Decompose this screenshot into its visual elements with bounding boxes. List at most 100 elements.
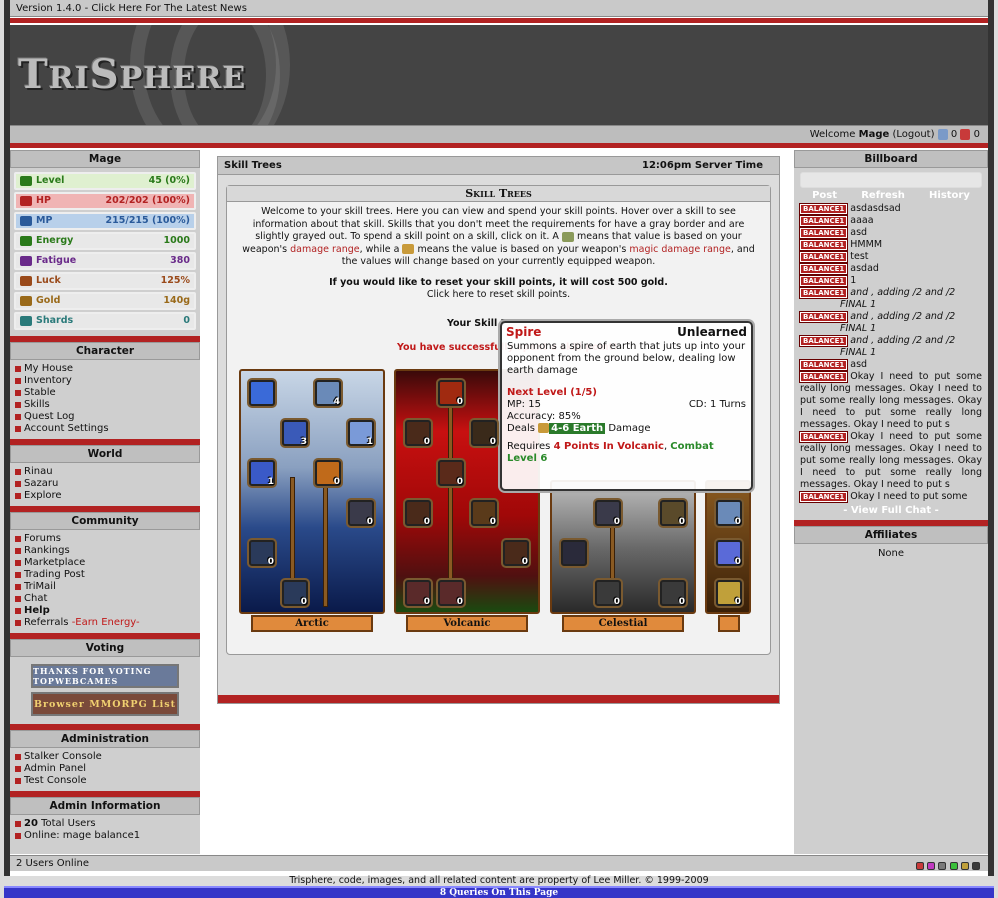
skill-node[interactable]: 0 [438, 380, 464, 407]
tab-fourth[interactable] [718, 615, 740, 632]
color-swatches[interactable] [916, 859, 980, 874]
skill-node[interactable]: 0 [405, 420, 431, 447]
skill-node[interactable]: 0 [471, 420, 497, 447]
user-tag[interactable]: BALANCE1 [798, 370, 849, 383]
skill-node[interactable]: 3 [282, 420, 308, 447]
skill-node[interactable]: 0 [249, 540, 275, 567]
user-tag[interactable]: BALANCE1 [798, 358, 849, 371]
chat-message: BALANCE1 aaaa [798, 214, 982, 227]
chat-input[interactable] [800, 172, 982, 188]
affiliates-list: None [877, 548, 905, 559]
link-referrals[interactable]: Referrals -Earn Energy- [14, 617, 196, 629]
tab-volcanic[interactable]: Volcanic [406, 615, 528, 632]
vote-banner-topwebgames[interactable]: THANKS FOR VOTING TOPWEBCAMES [31, 664, 179, 688]
skill-node[interactable] [561, 540, 587, 566]
skill-node[interactable]: 0 [660, 580, 686, 607]
link-explore[interactable]: Explore [14, 490, 196, 502]
user-tag[interactable]: BALANCE1 [798, 202, 849, 215]
user-tag[interactable]: BALANCE1 [798, 334, 849, 347]
user-tag[interactable]: BALANCE1 [798, 430, 849, 443]
chat-message: BALANCE1 Okay I need to put some really l… [798, 430, 982, 490]
post-button[interactable]: Post [812, 190, 837, 201]
link-skills[interactable]: Skills [14, 399, 196, 411]
tooltip-req-volcanic: 4 Points In Volcanic [553, 441, 664, 452]
gem-icon [937, 128, 948, 140]
chat-message: BALANCE1 and , adding /2 and /2 [798, 334, 982, 347]
link-my-house[interactable]: My House [14, 363, 196, 375]
link-marketplace[interactable]: Marketplace [14, 557, 196, 569]
skill-node[interactable]: 0 [348, 500, 374, 527]
link-admin-panel[interactable]: Admin Panel [14, 763, 196, 775]
skill-node[interactable]: 0 [282, 580, 308, 607]
panel-title: Skill Trees [227, 186, 770, 202]
skill-node[interactable]: 0 [405, 500, 431, 527]
refresh-button[interactable]: Refresh [861, 190, 905, 201]
skill-node[interactable]: 1 [348, 420, 374, 447]
skill-node[interactable]: 0 [438, 460, 464, 487]
version-bar[interactable]: Version 1.4.0 - Click Here For The Lates… [10, 0, 988, 17]
link-chat[interactable]: Chat [14, 593, 196, 605]
divider [10, 143, 988, 148]
link-stable[interactable]: Stable [14, 387, 196, 399]
skill-node[interactable]: 0 [660, 500, 686, 527]
skill-node[interactable]: 0 [716, 580, 742, 607]
link-forums[interactable]: Forums [14, 533, 196, 545]
user-tag[interactable]: BALANCE1 [798, 274, 849, 287]
skill-node[interactable] [249, 380, 275, 406]
tooltip-mp: MP: 15 [507, 399, 541, 410]
skill-node[interactable]: 0 [438, 580, 464, 607]
link-account-settings[interactable]: Account Settings [14, 423, 196, 435]
link-trading-post[interactable]: Trading Post [14, 569, 196, 581]
skill-node[interactable]: 4 [315, 380, 341, 407]
skill-node[interactable]: 0 [595, 500, 621, 527]
skill-node[interactable]: 0 [595, 580, 621, 607]
skill-node[interactable]: 0 [405, 580, 431, 607]
link-sazaru[interactable]: Sazaru [14, 478, 196, 490]
view-full-chat-link[interactable]: - View Full Chat - [800, 505, 982, 516]
window-titlebar: Skill Trees 12:06pm Server Time [218, 157, 779, 175]
link-quest-log[interactable]: Quest Log [14, 411, 196, 423]
energy-icon [20, 236, 32, 246]
weapon-icon [561, 231, 574, 242]
wand-icon [402, 244, 415, 254]
user-tag[interactable]: BALANCE1 [798, 310, 849, 323]
character-header: Character [10, 342, 200, 360]
user-tag[interactable]: BALANCE1 [798, 490, 849, 503]
mp-icon [20, 216, 32, 226]
user-tag[interactable]: BALANCE1 [798, 250, 849, 263]
skill-node[interactable]: 0 [503, 540, 529, 567]
chat-message: BALANCE1 HMMM [798, 238, 982, 251]
world-header: World [10, 445, 200, 463]
link-help[interactable]: Help [14, 605, 196, 617]
link-stalker-console[interactable]: Stalker Console [14, 751, 196, 763]
link-test-console[interactable]: Test Console [14, 775, 196, 787]
user-tag[interactable]: BALANCE1 [798, 262, 849, 275]
skill-node[interactable]: 0 [315, 460, 341, 487]
reset-skills-link[interactable]: Click here to reset skill points. [427, 289, 570, 300]
online-users: Online: mage balance1 [14, 830, 196, 842]
user-tag[interactable]: BALANCE1 [798, 214, 849, 227]
skill-node[interactable]: 1 [249, 460, 275, 487]
tab-arctic[interactable]: Arctic [251, 615, 373, 632]
history-button[interactable]: History [929, 190, 970, 201]
link-inventory[interactable]: Inventory [14, 375, 196, 387]
hp-icon [20, 196, 32, 206]
skill-node[interactable]: 0 [716, 500, 742, 527]
link-rankings[interactable]: Rankings [14, 545, 196, 557]
site-logo[interactable]: TRISPHERE [18, 51, 246, 98]
user-tag[interactable]: BALANCE1 [798, 238, 849, 251]
link-rinau[interactable]: Rinau [14, 466, 196, 478]
vote-banner-mmorpg-list[interactable]: Browser MMORPG List [31, 692, 179, 716]
logout-link[interactable]: (Logout) [892, 129, 934, 140]
skill-node[interactable]: 0 [471, 500, 497, 527]
user-tag[interactable]: BALANCE1 [798, 286, 849, 299]
query-bar: 8 Queries On This Page [4, 886, 994, 898]
shards-icon [20, 316, 32, 326]
total-users: 20 Total Users [14, 818, 196, 830]
user-tag[interactable]: BALANCE1 [798, 226, 849, 239]
skill-node[interactable]: 0 [716, 540, 742, 567]
server-time: 12:06pm Server Time [642, 160, 763, 171]
link-trimail[interactable]: TriMail [14, 581, 196, 593]
tab-celestial[interactable]: Celestial [562, 615, 684, 632]
stat-mp: MP 215/215 (100%) [14, 212, 196, 230]
